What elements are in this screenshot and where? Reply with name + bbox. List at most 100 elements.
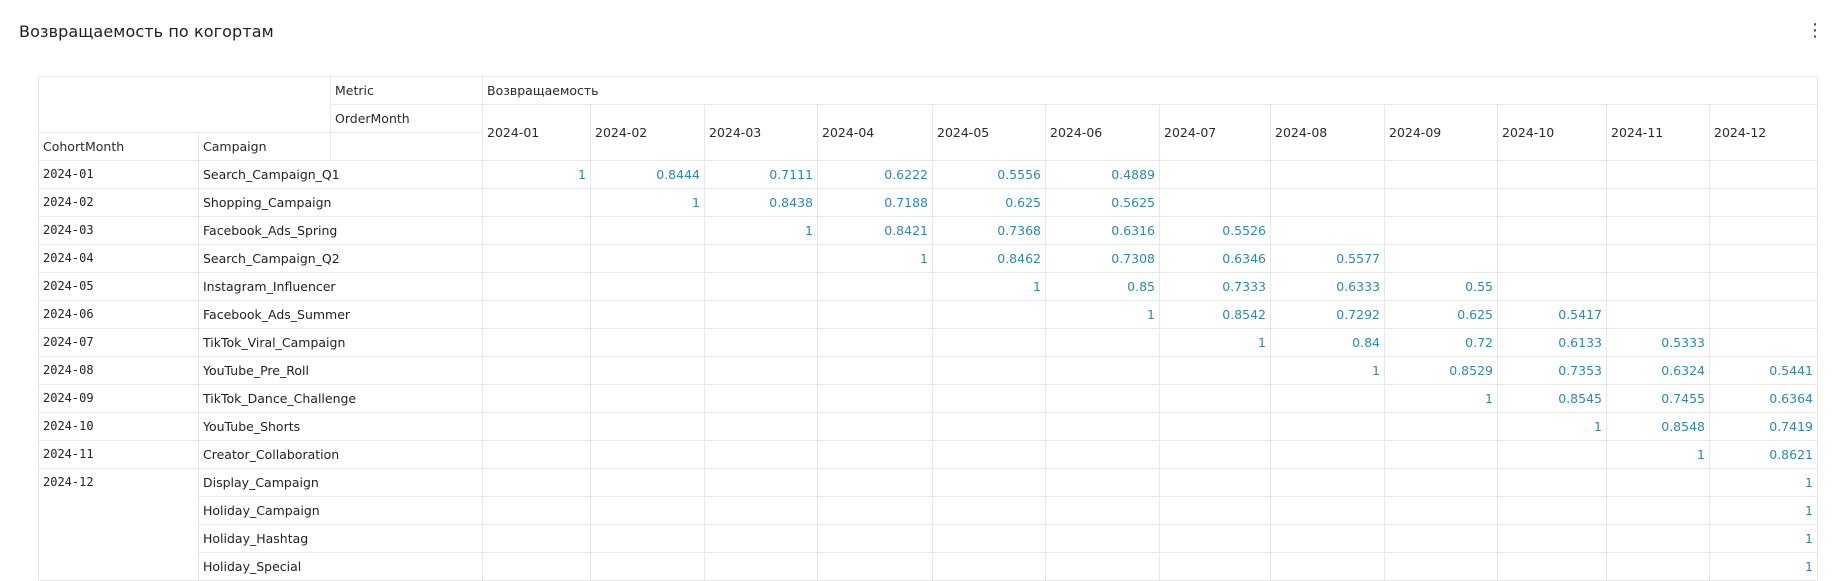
month-header-2024-07: 2024-07 <box>1159 104 1271 161</box>
value-cell: 1 <box>590 188 705 217</box>
value-cell <box>590 328 705 357</box>
value-cell: 0.5625 <box>1045 188 1160 217</box>
value-cell <box>932 328 1046 357</box>
value-cell <box>482 300 591 329</box>
value-cell <box>590 412 705 441</box>
value-cell <box>704 384 818 413</box>
value-cell <box>704 412 818 441</box>
cohortmonth-label: CohortMonth <box>38 132 199 161</box>
cohort-cell: 2024-12 <box>38 468 199 581</box>
campaign-cell: Shopping_Campaign <box>198 188 483 217</box>
value-cell: 0.8529 <box>1384 356 1498 385</box>
value-cell <box>1270 440 1385 469</box>
value-cell <box>482 468 591 497</box>
value-cell <box>1497 244 1607 273</box>
value-cell: 0.8621 <box>1709 440 1818 469</box>
table-row: 2024-03 Facebook_Ads_Spring 1 0.8421 0.7368 0… <box>38 216 1818 245</box>
value-cell <box>1270 496 1385 525</box>
value-cell <box>1384 552 1498 581</box>
cohort-cell: 2024-10 <box>38 412 199 441</box>
month-header-2024-12: 2024-12 <box>1709 104 1818 161</box>
value-cell <box>590 272 705 301</box>
value-cell <box>1384 496 1498 525</box>
value-cell <box>1497 160 1607 189</box>
value-cell <box>1270 384 1385 413</box>
pivot-body: 2024-01 Search_Campaign_Q1 1 0.8444 0.7111 0.… <box>38 160 1818 581</box>
cohort-cell: 2024-02 <box>38 188 199 217</box>
value-cell <box>1159 496 1271 525</box>
value-cell <box>482 524 591 553</box>
value-cell <box>1497 188 1607 217</box>
value-cell <box>704 272 818 301</box>
value-cell: 0.7353 <box>1497 356 1607 385</box>
campaign-cell: YouTube_Shorts <box>198 412 483 441</box>
month-header-2024-05: 2024-05 <box>932 104 1046 161</box>
value-cell <box>1709 300 1818 329</box>
value-cell <box>704 300 818 329</box>
value-cell: 0.8421 <box>817 216 933 245</box>
value-cell <box>817 272 933 301</box>
value-cell <box>482 412 591 441</box>
value-cell <box>1606 216 1710 245</box>
value-cell <box>1606 496 1710 525</box>
value-cell <box>1709 244 1818 273</box>
month-header-2024-11: 2024-11 <box>1606 104 1710 161</box>
value-cell <box>590 384 705 413</box>
campaign-cell: Holiday_Special <box>198 552 483 581</box>
value-cell: 0.8444 <box>590 160 705 189</box>
value-cell <box>1497 216 1607 245</box>
value-cell <box>1045 524 1160 553</box>
value-cell <box>932 412 1046 441</box>
value-cell <box>704 356 818 385</box>
value-cell: 0.8462 <box>932 244 1046 273</box>
table-row: Holiday_Campaign 1 <box>39 496 1818 525</box>
value-cell: 1 <box>1270 356 1385 385</box>
panel-title: Возвращаемость по когортам <box>19 22 274 41</box>
value-cell <box>932 440 1046 469</box>
value-cell <box>590 468 705 497</box>
table-row: 2024-07 TikTok_Viral_Campaign 1 0.84 0.72 0.6… <box>38 328 1818 357</box>
value-cell <box>1159 412 1271 441</box>
value-cell: 1 <box>1606 440 1710 469</box>
value-cell <box>1159 524 1271 553</box>
value-cell <box>817 552 933 581</box>
value-cell: 0.8542 <box>1159 300 1271 329</box>
table-row: 2024-12 Display_Campaign 1 <box>38 468 1818 581</box>
value-cell <box>482 272 591 301</box>
value-cell: 0.7292 <box>1270 300 1385 329</box>
value-cell <box>817 328 933 357</box>
value-cell <box>1045 440 1160 469</box>
cohort-cell: 2024-06 <box>38 300 199 329</box>
value-cell <box>1497 524 1607 553</box>
value-cell: 0.55 <box>1384 272 1498 301</box>
value-cell: 1 <box>1709 468 1818 497</box>
value-cell <box>590 524 705 553</box>
value-cell: 0.7455 <box>1606 384 1710 413</box>
value-cell <box>704 440 818 469</box>
value-cell <box>817 412 933 441</box>
campaign-cell: Facebook_Ads_Spring <box>198 216 483 245</box>
campaign-cell: TikTok_Viral_Campaign <box>198 328 483 357</box>
value-cell <box>590 356 705 385</box>
cohort-cell: 2024-05 <box>38 272 199 301</box>
value-cell: 1 <box>1497 412 1607 441</box>
value-cell <box>817 356 933 385</box>
value-cell <box>1384 188 1498 217</box>
campaign-cell: Search_Campaign_Q1 <box>198 160 483 189</box>
more-vertical-icon[interactable]: ⋮ <box>1806 18 1824 44</box>
value-cell <box>1270 468 1385 497</box>
ordermonth-label: OrderMonth <box>330 104 483 133</box>
value-cell <box>590 300 705 329</box>
table-row: 2024-01 Search_Campaign_Q1 1 0.8444 0.7111 0.… <box>38 160 1818 189</box>
value-cell: 0.4889 <box>1045 160 1160 189</box>
value-cell <box>1606 300 1710 329</box>
value-cell <box>1159 384 1271 413</box>
value-cell: 0.84 <box>1270 328 1385 357</box>
value-cell <box>1384 524 1498 553</box>
value-cell <box>1159 160 1271 189</box>
table-row: Holiday_Hashtag 1 <box>39 524 1818 553</box>
value-cell <box>1384 440 1498 469</box>
value-cell: 0.7308 <box>1045 244 1160 273</box>
value-cell <box>817 300 933 329</box>
cohort-cell: 2024-03 <box>38 216 199 245</box>
